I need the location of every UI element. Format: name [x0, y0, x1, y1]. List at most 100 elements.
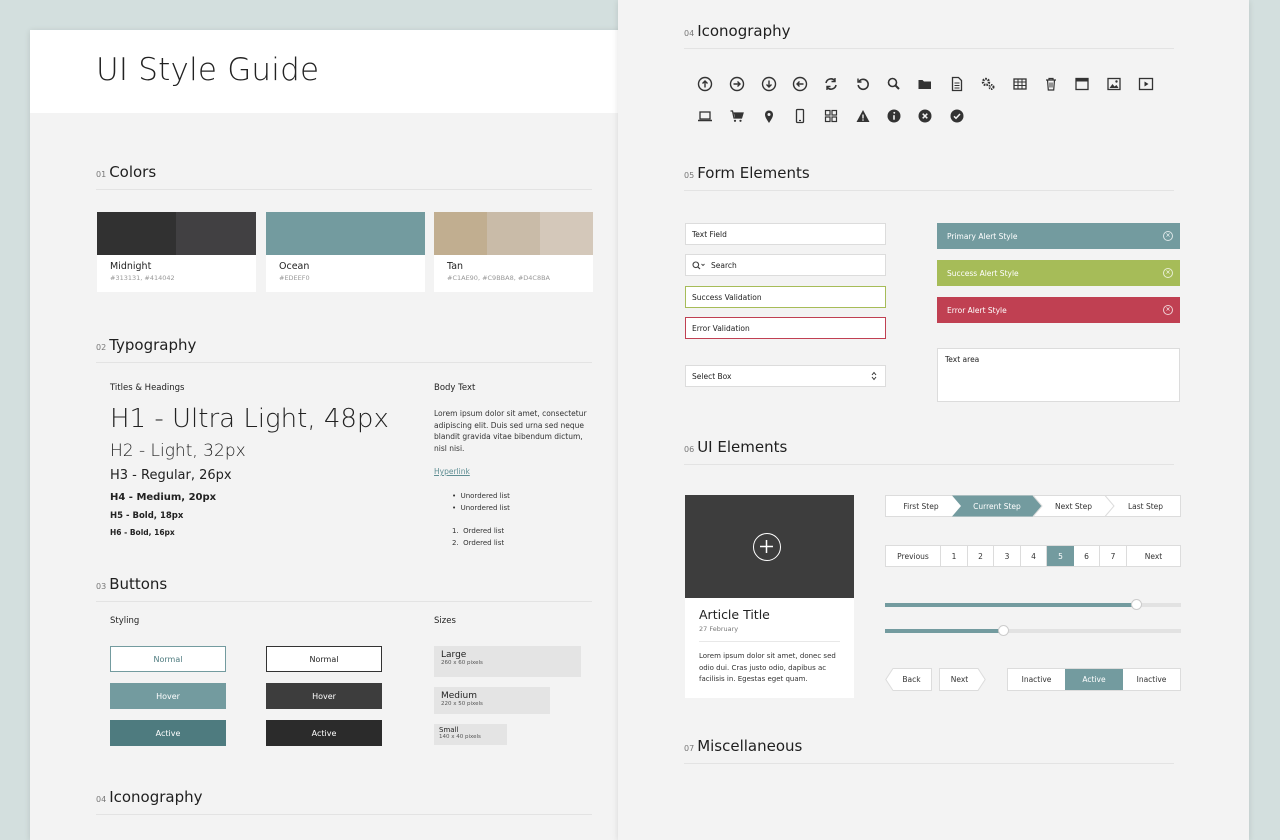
step-next[interactable]: Next Step	[1037, 495, 1110, 517]
phone-icon[interactable]	[791, 107, 809, 125]
pagination-page[interactable]: 1	[941, 546, 968, 566]
small-size-button[interactable]: Small 140 x 40 pixels	[434, 724, 507, 745]
heading-h5-sample: H5 - Bold, 18px	[110, 511, 184, 521]
pagination-page[interactable]: 7	[1100, 546, 1127, 566]
color-codes: #C1AE90, #C9BBA8, #D4C8BA	[447, 274, 550, 282]
body-text-sample: Lorem ipsum dolor sit amet, consectetur …	[434, 409, 587, 453]
search-placeholder: Search	[711, 260, 737, 270]
search-icon[interactable]	[885, 75, 903, 93]
dark-active-button[interactable]: Active	[266, 720, 382, 746]
hyperlink-sample[interactable]: Hyperlink	[434, 467, 470, 476]
article-card[interactable]: Article Title 27 February Lorem ipsum do…	[685, 495, 854, 698]
slider-handle[interactable]	[1131, 599, 1143, 610]
map-pin-icon[interactable]	[760, 107, 778, 125]
pagination-page[interactable]: 6	[1074, 546, 1100, 566]
close-icon[interactable]: ×	[1163, 268, 1173, 278]
step-progress: First Step Current Step Next Step Last S…	[885, 495, 1181, 517]
arrow-right-circle-icon[interactable]	[728, 75, 746, 93]
folder-icon[interactable]	[916, 75, 934, 93]
close-icon[interactable]: ×	[1163, 305, 1173, 315]
pagination-previous[interactable]: Previous	[886, 546, 941, 566]
pagination-page-active[interactable]: 5	[1047, 546, 1074, 566]
swatch-midnight: Midnight #313131, #414042	[97, 212, 256, 292]
table-icon[interactable]	[1011, 75, 1029, 93]
step-first[interactable]: First Step	[885, 495, 957, 517]
divider	[684, 48, 1174, 49]
error-alert: Error Alert Style ×	[937, 297, 1180, 323]
section-title-buttons: 03 Buttons	[96, 575, 168, 593]
swatch-ocean: Ocean #EDEEF0	[266, 212, 425, 292]
text-field[interactable]: Text Field	[685, 223, 886, 245]
pagination: Previous 1 2 3 4 5 6 7 Next	[885, 545, 1181, 567]
large-size-button[interactable]: Large 260 x 60 pixels	[434, 646, 581, 677]
body-text-label: Body Text	[434, 383, 476, 393]
heading-h1-sample: H1 - Ultra Light, 48px	[110, 404, 389, 434]
pagination-next[interactable]: Next	[1127, 546, 1180, 566]
unordered-list: • Unordered list • Unordered list	[452, 490, 510, 514]
slider-1[interactable]	[885, 599, 1181, 610]
section-title-typography: 02 Typography	[96, 336, 197, 354]
undo-icon[interactable]	[854, 75, 872, 93]
step-current[interactable]: Current Step	[957, 495, 1037, 517]
toggle-option-inactive[interactable]: Inactive	[1123, 669, 1180, 690]
dark-normal-button[interactable]: Normal	[266, 646, 382, 672]
step-last[interactable]: Last Step	[1110, 495, 1181, 517]
slider-handle[interactable]	[997, 625, 1009, 636]
ocean-hover-button[interactable]: Hover	[110, 683, 226, 709]
divider	[96, 601, 592, 602]
color-codes: #EDEEF0	[279, 274, 310, 282]
search-field[interactable]: Search	[685, 254, 886, 276]
arrow-up-circle-icon[interactable]	[696, 75, 714, 93]
arrow-left-circle-icon[interactable]	[791, 75, 809, 93]
medium-size-button[interactable]: Medium 220 x 50 pixels	[434, 687, 550, 714]
dark-hover-button[interactable]: Hover	[266, 683, 382, 709]
card-title: Article Title	[699, 607, 770, 622]
document-icon[interactable]	[948, 75, 966, 93]
select-arrows-icon	[871, 371, 877, 383]
color-codes: #313131, #414042	[110, 274, 175, 282]
check-circle-icon[interactable]	[948, 107, 966, 125]
info-icon[interactable]	[885, 107, 903, 125]
section-title-colors: 01 Colors	[96, 163, 157, 181]
ocean-normal-button[interactable]: Normal	[110, 646, 226, 672]
card-body: Lorem ipsum dolor sit amet, donec sed od…	[699, 652, 836, 683]
ordered-list: 1. Ordered list 2. Ordered list	[452, 525, 504, 549]
arrow-down-circle-icon[interactable]	[760, 75, 778, 93]
cart-icon[interactable]	[728, 107, 746, 125]
divider	[684, 190, 1174, 191]
color-chip	[266, 212, 425, 255]
next-button[interactable]: Next	[939, 668, 986, 691]
select-box[interactable]: Select Box	[685, 365, 886, 387]
grid-icon[interactable]	[822, 107, 840, 125]
play-icon[interactable]	[1137, 75, 1155, 93]
refresh-icon[interactable]	[822, 75, 840, 93]
pagination-page[interactable]: 3	[994, 546, 1021, 566]
slider-2[interactable]	[885, 625, 1181, 636]
close-icon[interactable]: ×	[1163, 231, 1173, 241]
trash-icon[interactable]	[1042, 75, 1060, 93]
error-validation-field[interactable]: Error Validation	[685, 317, 886, 339]
success-validation-field[interactable]: Success Validation	[685, 286, 886, 308]
divider	[96, 189, 592, 190]
gears-icon[interactable]	[979, 75, 997, 93]
window-icon[interactable]	[1073, 75, 1091, 93]
warning-icon[interactable]	[854, 107, 872, 125]
styling-label: Styling	[110, 616, 140, 626]
pagination-page[interactable]: 4	[1021, 546, 1047, 566]
list-item: • Unordered list	[452, 492, 510, 500]
heading-h4-sample: H4 - Medium, 20px	[110, 492, 217, 503]
pagination-page[interactable]: 2	[968, 546, 994, 566]
toggle-option-active[interactable]: Active	[1065, 669, 1123, 690]
laptop-icon[interactable]	[696, 107, 714, 125]
toggle-option-inactive[interactable]: Inactive	[1008, 669, 1065, 690]
back-button[interactable]: Back	[885, 668, 932, 691]
add-icon[interactable]	[753, 533, 781, 561]
list-item: 2. Ordered list	[452, 539, 505, 547]
color-chip	[487, 212, 540, 255]
ocean-active-button[interactable]: Active	[110, 720, 226, 746]
close-circle-icon[interactable]	[916, 107, 934, 125]
image-icon[interactable]	[1105, 75, 1123, 93]
page-header: UI Style Guide	[30, 30, 661, 113]
text-area[interactable]: Text area	[937, 348, 1180, 402]
divider	[699, 641, 840, 642]
